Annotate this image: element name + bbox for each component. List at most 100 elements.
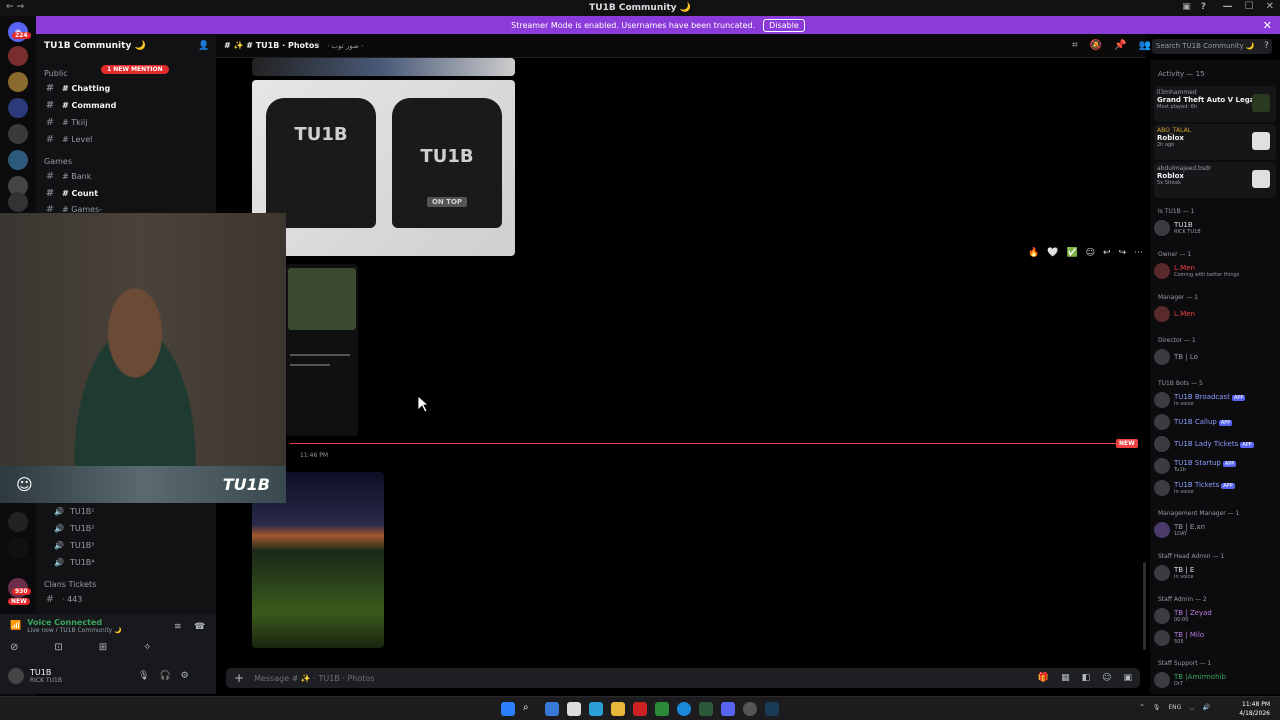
minimize-button[interactable]: —: [1223, 1, 1233, 12]
member-item[interactable]: TU1B Tickets APP In voice: [1154, 478, 1278, 498]
maximize-button[interactable]: ☐: [1245, 1, 1254, 12]
activity-card[interactable]: abdulmajeed.bsdr Roblox 5x Streak: [1154, 162, 1276, 198]
start-icon[interactable]: [501, 702, 515, 716]
close-icon[interactable]: ✕: [1263, 19, 1272, 32]
noise-icon[interactable]: ≋: [174, 622, 182, 632]
guild-name[interactable]: TU1B Community 🌙: [44, 41, 146, 51]
member-item[interactable]: TU1B Lady Tickets APP: [1154, 434, 1278, 454]
copilot-icon[interactable]: [545, 702, 559, 716]
tshirt-image[interactable]: TU1B TU1B ON TOP: [252, 80, 515, 256]
emoji-icon[interactable]: ☺: [1102, 673, 1111, 683]
search-input[interactable]: Search TU1B Community 🌙: [1152, 39, 1272, 54]
close-window-button[interactable]: ✕: [1266, 1, 1274, 12]
sticker-icon[interactable]: ◧: [1082, 673, 1091, 683]
members-icon[interactable]: 👥: [1139, 40, 1151, 51]
channel-tkiij[interactable]: # # Tkiij: [44, 115, 214, 129]
member-item[interactable]: L.Men Coming with better things: [1154, 261, 1278, 281]
channel-level[interactable]: # # Level: [44, 132, 214, 146]
threads-icon[interactable]: ⌗: [1072, 40, 1078, 51]
discord-icon[interactable]: [721, 702, 735, 716]
chevron-up-icon[interactable]: ^: [1140, 704, 1145, 711]
microphone-icon[interactable]: 🎙: [138, 671, 149, 681]
pin-icon[interactable]: 📌: [1114, 40, 1126, 51]
channel-bank[interactable]: # # Bank: [44, 169, 214, 183]
member-item[interactable]: TB | E In voice: [1154, 563, 1278, 583]
help-icon[interactable]: ?: [1264, 41, 1269, 51]
voice-channel[interactable]: 🔊 TU1B³: [54, 538, 224, 552]
member-item[interactable]: TU1B Startup APP Tu1b: [1154, 456, 1278, 476]
mention-badge[interactable]: 1 NEW MENTION: [101, 65, 169, 74]
category-public[interactable]: Public: [44, 69, 68, 78]
volume-icon[interactable]: 🔊: [1203, 704, 1210, 711]
voice-channel[interactable]: 🔊 TU1B¹: [54, 504, 224, 518]
user-info[interactable]: TU1B RICK TU1B: [8, 668, 62, 684]
image-attachment[interactable]: [252, 58, 515, 76]
add-member-icon[interactable]: 👤: [198, 41, 209, 51]
headset-icon[interactable]: 🎧: [159, 671, 170, 681]
mic-tray-icon[interactable]: 🎙: [1153, 704, 1161, 711]
activity-card[interactable]: ll3mhammed Grand Theft Auto V Legacy Mos…: [1154, 86, 1276, 122]
file-explorer-icon[interactable]: [611, 702, 625, 716]
clock[interactable]: 11:48 PM 4/18/2026: [1239, 700, 1270, 718]
member-item[interactable]: TU1B Broadcast APP In voice: [1154, 390, 1278, 410]
server-icon[interactable]: [8, 512, 28, 532]
server-icon[interactable]: [8, 98, 28, 118]
disable-button[interactable]: Disable: [763, 18, 805, 32]
voice-channel[interactable]: 🔊 TU1B⁴: [54, 555, 224, 569]
screen-share-icon[interactable]: ⊡: [54, 642, 62, 653]
server-icon[interactable]: [8, 124, 28, 144]
add-attachment-icon[interactable]: +: [234, 671, 244, 685]
edge-icon[interactable]: [677, 702, 691, 716]
member-item[interactable]: TU1B RICK TU1B: [1154, 218, 1278, 238]
gift-icon[interactable]: 🎁: [1038, 673, 1049, 683]
voice-channel[interactable]: 🔊 TU1B²: [54, 521, 224, 535]
member-item[interactable]: TU1B Callup APP: [1154, 412, 1278, 432]
apps-icon[interactable]: ▣: [1123, 673, 1132, 683]
notifications-icon[interactable]: 🔕: [1090, 40, 1102, 51]
soundboard-icon[interactable]: ✧: [143, 642, 151, 653]
channel-command[interactable]: # # Command: [44, 98, 214, 112]
store-icon[interactable]: [567, 702, 581, 716]
app-icon[interactable]: [589, 702, 603, 716]
server-icon[interactable]: [8, 538, 28, 558]
scrollbar[interactable]: [1143, 562, 1146, 650]
forward-icon[interactable]: ↪: [1119, 248, 1127, 258]
back-forward-icon[interactable]: ← →: [6, 2, 24, 12]
inbox-icon[interactable]: ▣: [1182, 2, 1191, 12]
category-clans-tickets[interactable]: Clans Tickets: [44, 580, 96, 589]
channel-chatting[interactable]: # # Chatting: [44, 81, 214, 95]
server-icon[interactable]: [8, 72, 28, 92]
app-icon[interactable]: [699, 702, 713, 716]
member-item[interactable]: TB | Lo: [1154, 347, 1278, 367]
member-item[interactable]: L.Men: [1154, 304, 1278, 324]
member-item[interactable]: TB | Zeyad 00:00: [1154, 606, 1278, 626]
reply-icon[interactable]: ↩: [1103, 248, 1111, 258]
language-indicator[interactable]: ENG: [1168, 704, 1181, 711]
reaction-fire-icon[interactable]: 🔥: [1028, 248, 1039, 258]
disconnect-icon[interactable]: ☎: [194, 622, 205, 632]
activities-icon[interactable]: ⊞: [99, 642, 107, 653]
screenshot-attachment[interactable]: [286, 264, 358, 436]
help-icon[interactable]: ?: [1201, 2, 1206, 12]
settings-icon[interactable]: ⚙: [181, 671, 189, 681]
activity-card[interactable]: ABO_TALAL Roblox 2h ago: [1154, 124, 1276, 160]
reaction-check-icon[interactable]: ✅: [1066, 248, 1077, 258]
server-icon[interactable]: [8, 150, 28, 170]
server-icon[interactable]: [8, 192, 28, 212]
app-icon[interactable]: [655, 702, 669, 716]
member-item[interactable]: TB | E.xn 1DAY: [1154, 520, 1278, 540]
gif-icon[interactable]: ▦: [1061, 673, 1070, 683]
app-icon[interactable]: [743, 702, 757, 716]
channel-count[interactable]: # # Count: [44, 186, 214, 200]
member-item[interactable]: TB | Milo 505: [1154, 628, 1278, 648]
server-icon[interactable]: [8, 46, 28, 66]
channel-ticket[interactable]: # · 443: [44, 592, 214, 606]
video-icon[interactable]: ⊘: [10, 642, 18, 653]
add-reaction-icon[interactable]: ☺: [1086, 248, 1095, 258]
search-icon[interactable]: ⌕: [523, 702, 537, 716]
steam-icon[interactable]: [765, 702, 779, 716]
member-item[interactable]: TB |Amirmohib Dr7: [1154, 670, 1278, 690]
message-input[interactable]: + Message # ✨ · TU1B · Photos 🎁 ▦ ◧ ☺ ▣: [226, 668, 1140, 688]
more-icon[interactable]: ⋯: [1134, 248, 1143, 258]
voice-status[interactable]: 📶 Voice Connected Live now / TU1B Communi…: [10, 618, 122, 634]
